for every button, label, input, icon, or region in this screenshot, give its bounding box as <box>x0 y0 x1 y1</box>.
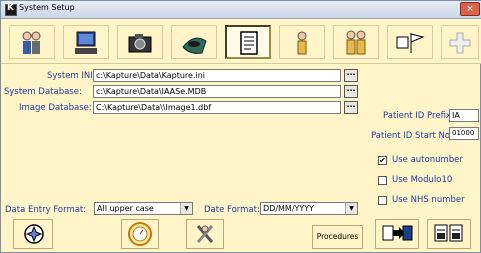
system-database-field[interactable]: c:\Kapture\Data\IAASe.MDB <box>93 85 341 98</box>
tools-button[interactable] <box>186 219 224 249</box>
date-format-value: DD/MM/YYYY <box>263 204 315 213</box>
title-bar: System Setup × <box>1 1 481 19</box>
export-button[interactable] <box>375 219 419 249</box>
procedures-button[interactable]: Procedures <box>312 225 363 249</box>
clock-tool-button[interactable] <box>121 219 159 249</box>
patient-id-start-field[interactable]: 01000 <box>449 127 479 140</box>
toolbar-person-button[interactable] <box>279 25 325 59</box>
data-entry-format-label: Data Entry Format: <box>5 205 87 215</box>
use-autonumber-label: Use autonumber <box>392 155 463 165</box>
flag-icon <box>396 33 425 53</box>
patient-id-prefix-label: Patient ID Prefix: <box>383 111 454 121</box>
system-ini-field[interactable]: c:\Kapture\Data\Kapture.ini <box>93 69 341 82</box>
patient-id-start-label: Patient ID Start No.: <box>371 131 456 141</box>
use-autonumber-checkbox[interactable]: ✔ <box>378 156 387 165</box>
window-title: System Setup <box>19 3 75 12</box>
documents-icon <box>434 224 463 242</box>
toolbar-add-button[interactable] <box>441 25 479 59</box>
date-format-label: Date Format: <box>204 205 260 215</box>
gear-icon <box>24 224 44 244</box>
print-button[interactable] <box>427 219 471 249</box>
patient-id-prefix-field[interactable]: IA <box>449 109 479 122</box>
toolbar-users-button[interactable] <box>9 25 55 59</box>
system-database-browse-button[interactable]: ... <box>344 85 358 98</box>
toolbar-computer-button[interactable] <box>63 25 109 59</box>
image-database-field[interactable]: C:\Kapture\Data\\Image1.dbf <box>93 101 341 114</box>
system-setup-window: System Setup × <box>0 0 481 253</box>
data-entry-format-value: All upper case <box>97 204 154 213</box>
toolbar-document-button[interactable] <box>225 25 271 59</box>
toolbar-divider <box>1 63 481 64</box>
system-database-label: System Database: <box>4 87 82 97</box>
person-icon <box>297 31 307 55</box>
people-icon <box>22 31 41 54</box>
chevron-down-icon: ▼ <box>180 203 192 214</box>
camera-icon <box>128 34 152 53</box>
system-ini-label: System INI: <box>47 71 96 81</box>
chevron-down-icon: ▼ <box>345 203 357 214</box>
data-entry-format-select[interactable]: All upper case ▼ <box>94 202 193 215</box>
date-format-select[interactable]: DD/MM/YYYY ▼ <box>260 202 358 215</box>
toolbar-flag-button[interactable] <box>387 25 433 59</box>
toolbar-camera-button[interactable] <box>117 25 163 59</box>
system-ini-browse-button[interactable]: ... <box>344 69 358 82</box>
close-button[interactable]: × <box>460 2 480 16</box>
use-nhs-label: Use NHS number <box>392 195 465 205</box>
computer-icon <box>75 31 97 54</box>
app-icon <box>5 3 17 16</box>
image-database-browse-button[interactable]: ... <box>344 101 358 114</box>
clock-icon <box>128 222 152 246</box>
toolbar-eye-button[interactable] <box>171 25 217 59</box>
use-modulo10-checkbox[interactable] <box>378 176 387 185</box>
settings-tool-button[interactable] <box>13 219 53 249</box>
document-icon <box>240 31 258 55</box>
tools-icon <box>196 225 214 243</box>
plus-icon <box>449 32 471 54</box>
toolbar-group-button[interactable] <box>333 25 379 59</box>
export-icon <box>382 225 413 241</box>
image-database-label: Image Database: <box>19 103 92 113</box>
group-icon <box>346 30 366 55</box>
eye-icon <box>182 37 207 54</box>
use-nhs-checkbox[interactable] <box>378 196 387 205</box>
use-modulo10-label: Use Modulo10 <box>392 175 453 185</box>
toolbar <box>1 19 481 63</box>
